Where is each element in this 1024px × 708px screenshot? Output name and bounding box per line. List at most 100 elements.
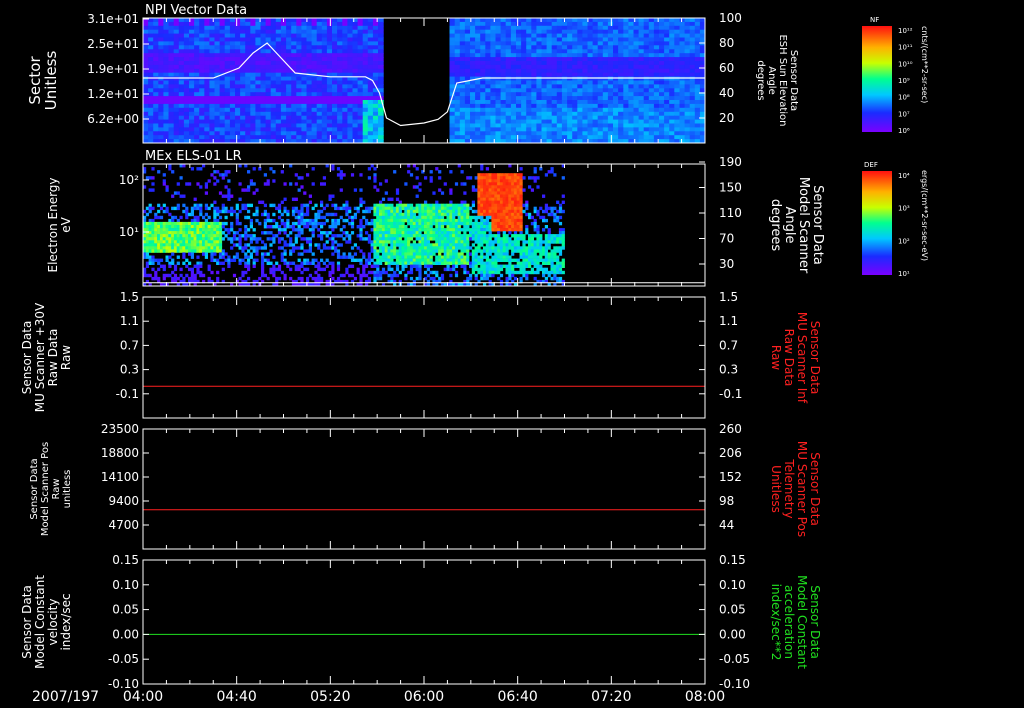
els-spectrogram-cell bbox=[204, 221, 208, 226]
npi-spectrogram-cell bbox=[275, 103, 282, 109]
els-spectrogram-cell bbox=[516, 221, 520, 226]
els-spectrogram-cell bbox=[511, 188, 515, 192]
npi-spectrogram-cell bbox=[480, 33, 486, 39]
els-spectrogram-cell bbox=[412, 206, 416, 211]
npi-spectrogram-cell bbox=[510, 49, 517, 54]
npi-spectrogram-cell bbox=[367, 18, 374, 23]
els-spectrogram-cell bbox=[339, 188, 343, 192]
els-spectrogram-cell bbox=[505, 173, 509, 177]
els-spectrogram-cell bbox=[404, 243, 408, 247]
npi-spectrogram-cell bbox=[536, 92, 543, 97]
npi-spectrogram-cell bbox=[296, 45, 302, 50]
els-spectrogram-cell bbox=[241, 188, 245, 192]
npi-spectrogram-cell bbox=[653, 92, 660, 97]
npi-spectrogram-cell bbox=[280, 84, 287, 89]
els-spectrogram-cell bbox=[275, 234, 279, 238]
npi-spectrogram-cell bbox=[270, 100, 277, 105]
npi-spectrogram-cell bbox=[311, 103, 318, 109]
npi-spectrogram-cell bbox=[500, 103, 507, 109]
npi-spectrogram-cell bbox=[582, 33, 589, 39]
npi-spectrogram-cell bbox=[674, 127, 680, 132]
els-spectrogram-cell bbox=[502, 240, 506, 244]
els-spectrogram-cell bbox=[204, 203, 208, 208]
npi-spectrogram-cell bbox=[516, 64, 522, 70]
npi-spectrogram-cell bbox=[495, 103, 502, 109]
els-spectrogram-cell bbox=[162, 173, 166, 177]
npi-spectrogram-cell bbox=[607, 135, 614, 140]
npi-spectrogram-cell bbox=[235, 57, 241, 62]
els-spectrogram-cell bbox=[185, 228, 189, 232]
npi-spectrogram-cell bbox=[638, 68, 645, 74]
els-spectrogram-cell bbox=[452, 221, 456, 226]
npi-spectrogram-cell bbox=[332, 49, 338, 54]
els-spectrogram-cell bbox=[359, 200, 363, 204]
npi-spectrogram-cell bbox=[337, 127, 343, 132]
els-spectrogram-cell bbox=[266, 215, 270, 220]
els-spectrogram-cell bbox=[204, 243, 208, 247]
npi-spectrogram-cell bbox=[158, 135, 164, 140]
els-spectrogram-cell bbox=[168, 212, 172, 217]
npi-spectrogram-cell bbox=[521, 45, 527, 50]
els-spectrogram-cell bbox=[247, 170, 251, 174]
npi-spectrogram-cell bbox=[536, 115, 543, 121]
npi-spectrogram-cell bbox=[567, 127, 573, 132]
npi-spectrogram-cell bbox=[454, 61, 461, 66]
npi-spectrogram-cell bbox=[531, 100, 537, 105]
npi-spectrogram-cell bbox=[607, 53, 614, 58]
npi-spectrogram-cell bbox=[342, 115, 348, 121]
npi-spectrogram-cell bbox=[265, 100, 272, 105]
els-spectrogram-cell bbox=[488, 182, 492, 186]
npi-spectrogram-cell bbox=[623, 61, 629, 66]
els-spectrogram-cell bbox=[502, 203, 506, 208]
els-spectrogram-cell bbox=[353, 212, 357, 217]
els-spectrogram-cell bbox=[216, 231, 220, 235]
els-spectrogram-cell bbox=[454, 221, 459, 226]
els-spectrogram-cell bbox=[190, 228, 194, 232]
npi-spectrogram-cell bbox=[613, 92, 619, 97]
els-spectrogram-cell bbox=[350, 215, 355, 220]
npi-spectrogram-cell bbox=[536, 21, 543, 27]
npi-spectrogram-cell bbox=[229, 88, 236, 93]
npi-spectrogram-cell bbox=[378, 25, 384, 31]
els-spectrogram-cell bbox=[218, 209, 223, 214]
npi-spectrogram-cell bbox=[219, 29, 226, 35]
npi-spectrogram-cell bbox=[577, 131, 583, 136]
els-spectrogram-cell bbox=[159, 234, 164, 238]
els-spectrogram-cell bbox=[241, 203, 245, 208]
npi-spectrogram-cell bbox=[209, 100, 216, 105]
npi-spectrogram-cell bbox=[229, 127, 236, 132]
npi-spectrogram-cell bbox=[143, 45, 149, 50]
npi-spectrogram-cell bbox=[470, 96, 476, 101]
npi-spectrogram-cell bbox=[648, 115, 655, 121]
els-spectrogram-cell bbox=[508, 209, 512, 214]
npi-spectrogram-cell bbox=[235, 107, 241, 113]
npi-spectrogram-cell bbox=[510, 131, 517, 136]
els-spectrogram-cell bbox=[199, 228, 203, 232]
npi-spectrogram-cell bbox=[275, 68, 282, 74]
els-spectrogram-cell bbox=[471, 200, 475, 204]
els-spectrogram-cell bbox=[263, 209, 267, 214]
npi-spectrogram-cell bbox=[321, 135, 328, 140]
npi-spectrogram-cell bbox=[500, 135, 507, 140]
npi-spectrogram-cell bbox=[183, 107, 190, 113]
npi-spectrogram-cell bbox=[265, 64, 272, 70]
npi-spectrogram-cell bbox=[367, 123, 374, 128]
npi-spectrogram-cell bbox=[664, 37, 670, 42]
npi-spectrogram-cell bbox=[597, 53, 604, 58]
npi-spectrogram-cell bbox=[531, 25, 537, 31]
npi-spectrogram-cell bbox=[659, 92, 665, 97]
els-spectrogram-cell bbox=[291, 228, 296, 232]
npi-spectrogram-cell bbox=[189, 49, 195, 54]
npi-spectrogram-cell bbox=[521, 111, 527, 117]
npi-spectrogram-cell bbox=[597, 119, 604, 125]
npi-spectrogram-cell bbox=[270, 61, 277, 66]
els-spectrogram-cell bbox=[544, 173, 548, 177]
els-spectrogram-cell bbox=[252, 182, 256, 186]
els-spectrogram-cell bbox=[502, 228, 506, 232]
npi-spectrogram-cell bbox=[643, 127, 650, 132]
npi-spectrogram-cell bbox=[275, 25, 282, 31]
els-spectrogram-cell bbox=[384, 228, 388, 232]
npi-spectrogram-cell bbox=[372, 33, 379, 39]
npi-spectrogram-cell bbox=[684, 84, 691, 89]
npi-spectrogram-cell bbox=[245, 111, 251, 117]
